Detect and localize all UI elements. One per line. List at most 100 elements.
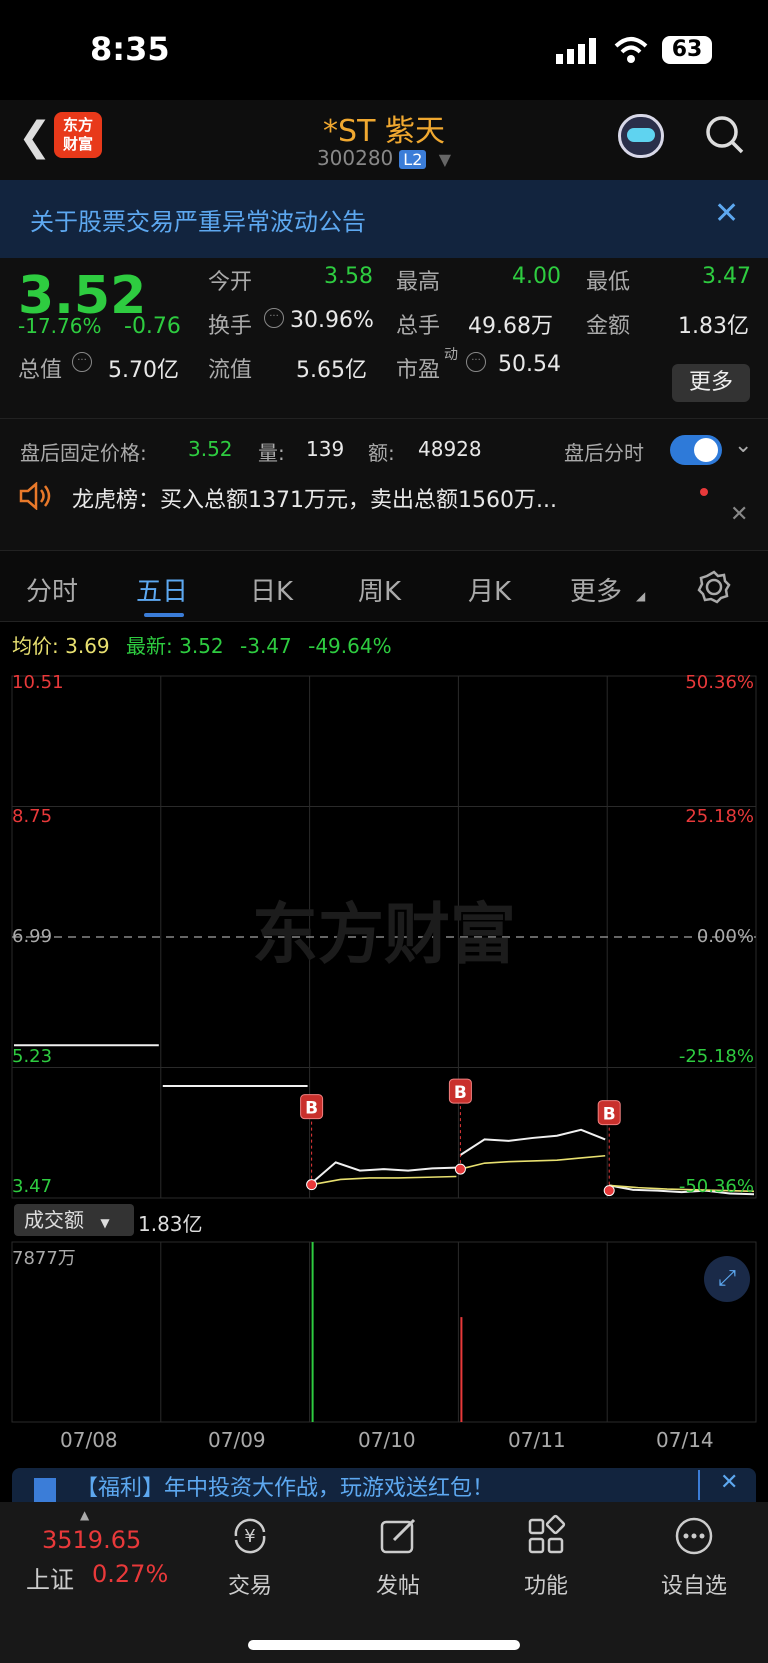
after-hours-amt: 48928 <box>418 437 482 461</box>
announcement-text[interactable]: 关于股票交易严重异常波动公告 <box>30 202 366 237</box>
after-hours-price: 3.52 <box>188 437 233 461</box>
battery-indicator: 63 <box>662 36 712 64</box>
low-label: 最低 <box>586 270 631 295</box>
mcap-value: 5.70亿 <box>108 358 179 383</box>
high-value: 4.00 <box>512 264 561 289</box>
volume-indicator-selector[interactable]: 成交额 ▼ <box>14 1204 134 1236</box>
unread-dot <box>700 488 708 496</box>
more-dots-icon <box>675 1517 713 1555</box>
settings-gear-icon[interactable] <box>696 569 732 605</box>
buy-marker-dot <box>454 1163 466 1175</box>
promo-text[interactable]: 【福利】年中投资大作战，玩游戏送红包！ <box>76 1470 494 1502</box>
y-tick-right: -25.18% <box>678 1046 754 1067</box>
home-indicator <box>248 1640 520 1650</box>
pe-label: 市盈 <box>396 358 441 383</box>
y-tick-left: 8.75 <box>12 806 53 827</box>
search-icon[interactable] <box>704 114 744 154</box>
tab-monthly-k[interactable]: 月K <box>468 571 511 608</box>
volume-spike <box>460 1317 463 1422</box>
dragon-tiger-text[interactable]: 龙虎榜：买入总额1371万元，卖出总额1560万... <box>72 482 557 514</box>
average-price-line <box>311 1175 457 1186</box>
open-value: 3.58 <box>324 264 373 289</box>
nav-add-watchlist[interactable]: 设自选 <box>644 1514 744 1600</box>
chart-tabs: 分时 五日 日K 周K 月K 更多 ◢ <box>0 550 768 622</box>
tab-weekly-k[interactable]: 周K <box>358 571 401 608</box>
change-percent: -17.76% <box>18 314 102 338</box>
after-hours-amt-label: 额: <box>368 441 395 465</box>
volume-plot-frame <box>11 1241 757 1423</box>
clock: 8:35 <box>90 30 170 68</box>
y-tick-right: 25.18% <box>685 806 754 827</box>
chevron-down-icon[interactable]: ⌄ <box>734 433 752 458</box>
pe-superscript: 动 <box>444 347 458 363</box>
edit-icon <box>380 1518 416 1554</box>
nav-trade[interactable]: ¥ 交易 <box>200 1514 300 1600</box>
buy-marker-dot <box>603 1185 615 1197</box>
more-button[interactable]: 更多 <box>672 364 750 402</box>
index-change[interactable]: 0.27% <box>92 1560 168 1588</box>
yen-cycle-icon: ¥ <box>234 1518 266 1554</box>
tab-more[interactable]: 更多 <box>570 571 622 608</box>
close-icon[interactable]: ✕ <box>714 196 739 231</box>
index-name[interactable]: 上证 <box>26 1560 74 1595</box>
latest-value: 3.52 <box>179 634 224 658</box>
active-tab-indicator <box>144 613 184 617</box>
dragon-tiger-row[interactable]: 龙虎榜：买入总额1371万元，卖出总额1560万... ✕ <box>0 482 768 550</box>
float-label: 流值 <box>208 358 253 383</box>
expand-icon[interactable]: ⤢ <box>704 1256 750 1302</box>
info-icon[interactable]: ··· <box>264 308 284 328</box>
close-icon[interactable]: ✕ <box>720 1470 738 1495</box>
after-hours-vol-label: 量: <box>258 441 285 465</box>
announcement-bar[interactable]: 关于股票交易严重异常波动公告 ✕ <box>0 180 768 258</box>
signal-icon <box>556 38 596 64</box>
latest-change-pct: -49.64% <box>308 634 392 658</box>
tab-five-day[interactable]: 五日 <box>136 571 188 608</box>
nav-post[interactable]: 发帖 <box>348 1514 448 1600</box>
nav-post-label: 发帖 <box>375 1574 420 1599</box>
grid-icon <box>528 1514 566 1554</box>
volume-value: 49.68万 <box>468 314 553 339</box>
megaphone-icon <box>34 1478 56 1502</box>
level2-badge: L2 <box>399 150 427 169</box>
amount-label: 金额 <box>586 314 631 339</box>
watermark: 东方财富 <box>252 896 516 973</box>
stock-header: ❮ 东方 财富 *ST 紫天 300280 L2 ▼ <box>0 100 768 180</box>
after-hours-vol: 139 <box>306 437 345 461</box>
x-tick-date: 07/09 <box>208 1428 266 1452</box>
speaker-icon <box>19 482 51 510</box>
promo-banner[interactable]: 【福利】年中投资大作战，玩游戏送红包！ ✕ <box>12 1468 756 1502</box>
change-value: -0.76 <box>124 314 181 339</box>
x-tick-date: 07/10 <box>358 1428 416 1452</box>
info-icon[interactable]: ··· <box>466 352 486 372</box>
nav-add-watchlist-label: 设自选 <box>660 1574 727 1599</box>
after-hours-toggle-label: 盘后分时 <box>564 441 644 465</box>
mcap-label: 总值 <box>18 358 63 383</box>
assistant-robot-icon[interactable] <box>618 114 664 158</box>
after-hours-row: 盘后固定价格: 3.52 量: 139 额: 48928 盘后分时 ⌄ <box>0 418 768 482</box>
tab-daily-k[interactable]: 日K <box>250 571 293 608</box>
buy-marker-label: B <box>305 1099 318 1119</box>
y-tick-left: 6.99 <box>12 926 53 947</box>
x-tick-date: 07/14 <box>656 1428 714 1452</box>
nav-trade-label: 交易 <box>227 1574 272 1599</box>
tab-intraday[interactable]: 分时 <box>26 571 78 608</box>
stock-code: 300280 <box>316 146 394 170</box>
float-value: 5.65亿 <box>296 358 367 383</box>
turnover-label: 换手 <box>208 314 253 339</box>
buy-marker-label: B <box>454 1083 467 1103</box>
nav-functions[interactable]: 功能 <box>496 1514 596 1600</box>
amount-value: 1.83亿 <box>678 314 749 339</box>
chevron-down-icon: ▼ <box>438 150 452 169</box>
close-icon[interactable]: ✕ <box>730 502 748 527</box>
five-day-chart[interactable]: 东方财富 B B B <box>0 664 768 1434</box>
caret-up-icon: ▲ <box>80 1508 90 1522</box>
price-line <box>459 1128 606 1156</box>
after-hours-label: 盘后固定价格: <box>20 441 147 465</box>
info-icon[interactable]: ··· <box>72 352 92 372</box>
index-value[interactable]: 3519.65 <box>42 1526 141 1554</box>
chart-info-row: 均价: 3.69 最新: 3.52 -3.47 -49.64% <box>12 630 392 659</box>
dropdown-triangle-icon: ▼ <box>100 1216 110 1230</box>
y-tick-right: 50.36% <box>685 672 754 693</box>
divider <box>698 1470 700 1500</box>
buy-marker-label: B <box>603 1105 616 1125</box>
